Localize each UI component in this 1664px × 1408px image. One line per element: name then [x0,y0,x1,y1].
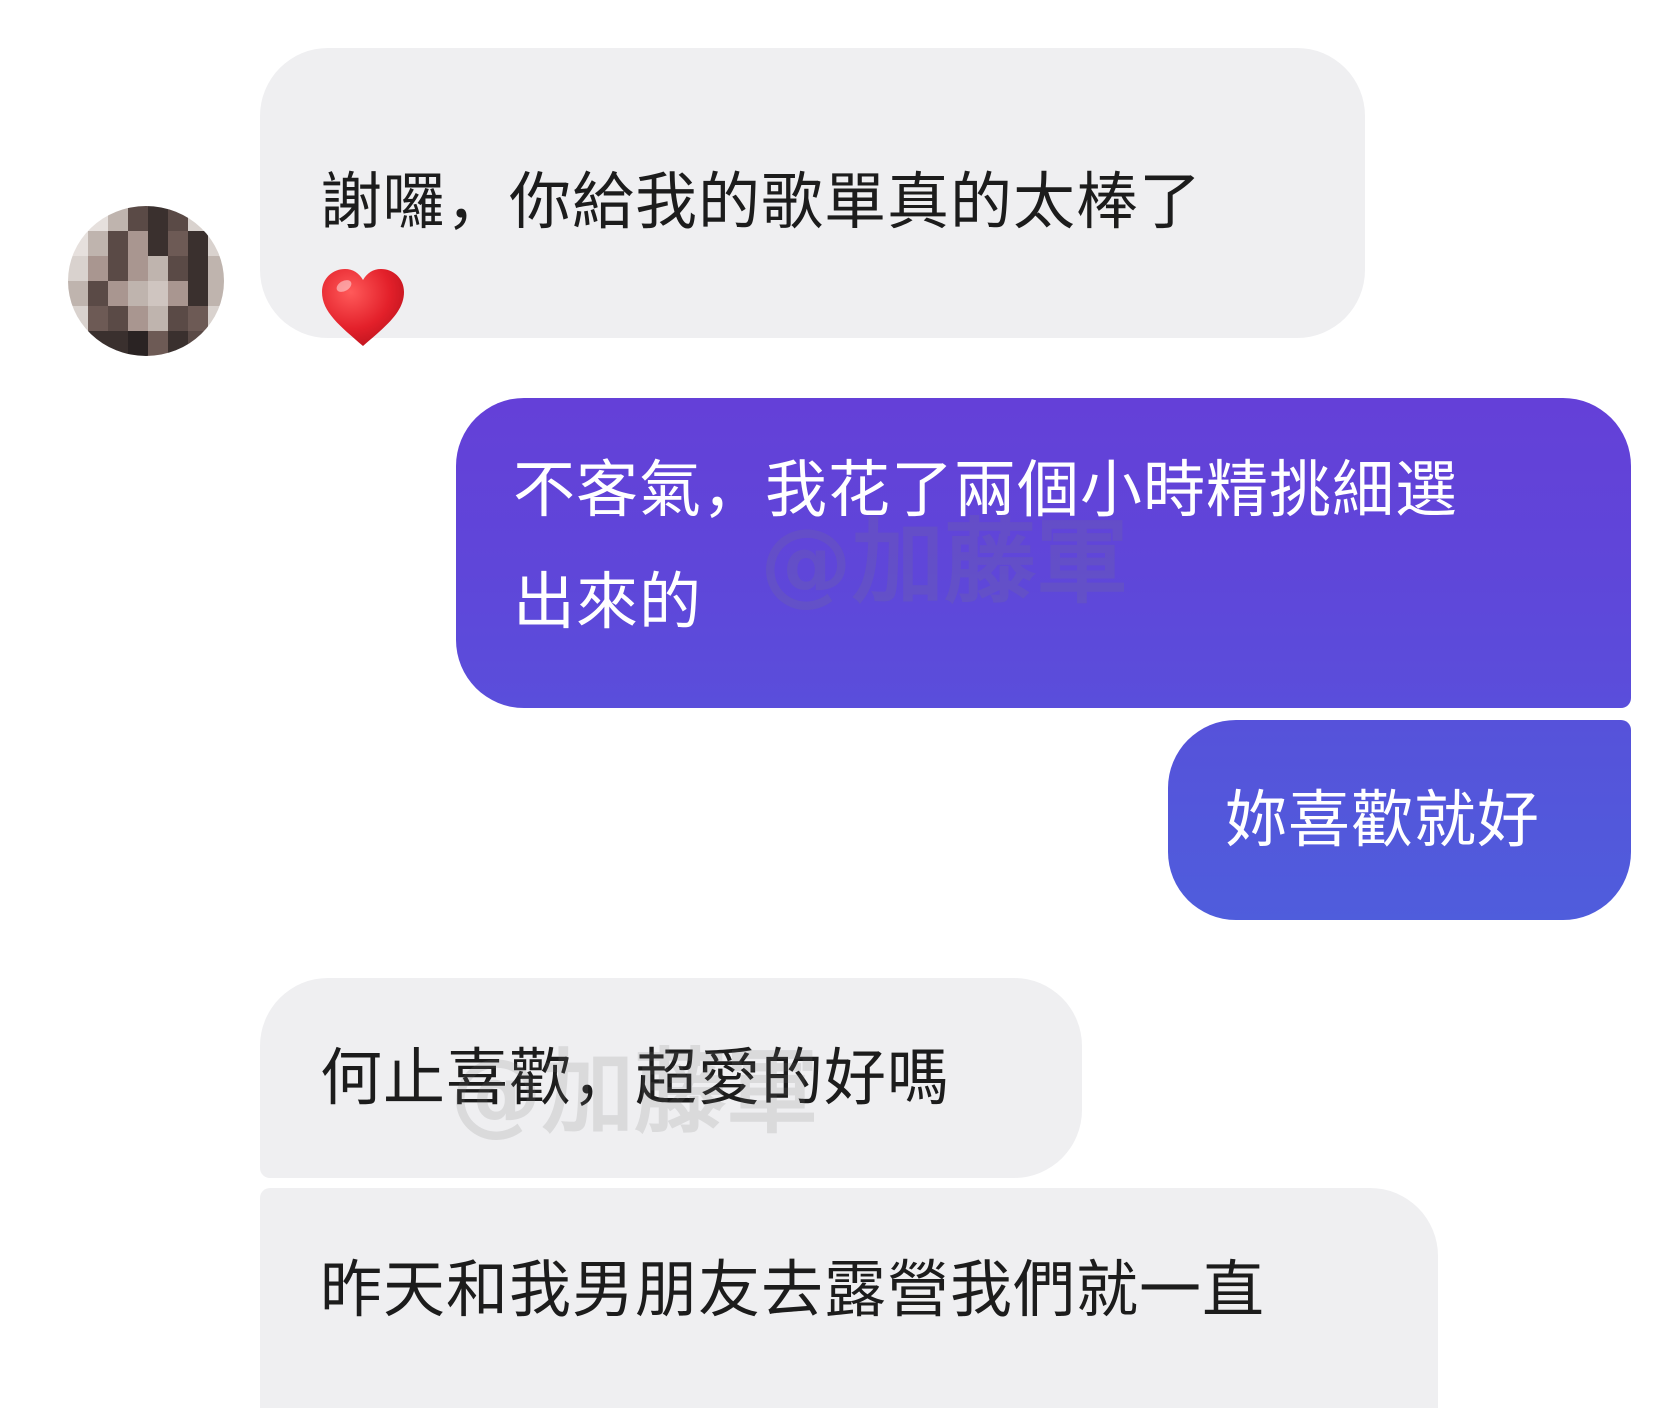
incoming-message-bubble[interactable]: 謝囉，你給我的歌單真的太棒了 [260,48,1365,346]
message-text: 出來的 [513,565,703,638]
avatar-pixel [188,331,208,356]
avatar-pixel [88,331,108,356]
message-text: 謝囉，你給我的歌單真的太棒了 [320,165,1203,238]
avatar-pixel [108,206,128,231]
avatar-pixel [148,256,168,281]
chat-thread: 謝囉，你給我的歌單真的太棒了 不客氣，我花了兩個小時精挑細選 出來的 妳喜歡就好 [0,0,1664,1408]
avatar-pixel [108,331,128,356]
avatar-pixel [188,231,208,256]
avatar-pixel [108,281,128,306]
avatar-pixel [108,256,128,281]
avatar-pixel [208,306,224,331]
message-text: 何止喜歡，超愛的好嗎 [320,1041,951,1114]
avatar-pixel [68,306,88,331]
avatar-pixel [128,206,148,231]
avatar-pixel [68,206,88,231]
avatar-pixel [128,306,148,331]
avatar-pixel [68,231,88,256]
avatar-pixel [188,281,208,306]
avatar-pixel [168,331,188,356]
avatar-pixel [128,256,148,281]
incoming-message-bubble[interactable]: 何止喜歡，超愛的好嗎 [260,978,1082,1178]
avatar-pixel [188,256,208,281]
avatar-pixel [128,281,148,306]
message-text: 妳喜歡就好 [1225,783,1541,856]
avatar-pixel [208,231,224,256]
avatar-pixel [88,256,108,281]
avatar-pixel [148,306,168,331]
avatar-pixel [108,306,128,331]
avatar-pixel [188,306,208,331]
avatar-pixel [188,206,208,231]
heart-emoji-icon [322,269,404,346]
avatar-pixel [88,231,108,256]
avatar-pixel [88,306,108,331]
avatar-pixel [108,231,128,256]
avatar-pixel [148,281,168,306]
avatar-pixel [148,231,168,256]
avatar-pixel [148,206,168,231]
avatar-pixel [68,256,88,281]
avatar-pixel [88,206,108,231]
avatar-pixel [208,331,224,356]
avatar-pixel [128,331,148,356]
avatar-pixel [128,231,148,256]
avatar-pixel [68,331,88,356]
message-text: 不客氣，我花了兩個小時精挑細選 [513,453,1459,526]
avatar-pixel [168,206,188,231]
heart-emoji-line [320,258,1305,370]
avatar-pixel [68,281,88,306]
avatar-pixel [168,256,188,281]
avatar-pixel [168,231,188,256]
incoming-message-bubble[interactable]: 昨天和我男朋友去露營我們就一直 [260,1188,1438,1408]
avatar-pixel [208,256,224,281]
outgoing-message-bubble[interactable]: 不客氣，我花了兩個小時精挑細選 出來的 [456,398,1631,708]
contact-avatar[interactable] [68,206,224,356]
avatar-pixel [168,306,188,331]
avatar-pixel [208,281,224,306]
message-text: 昨天和我男朋友去露營我們就一直 [320,1253,1266,1326]
avatar-pixel [168,281,188,306]
avatar-pixel [208,206,224,231]
avatar-pixel [88,281,108,306]
avatar-pixel [148,331,168,356]
outgoing-message-bubble[interactable]: 妳喜歡就好 [1168,720,1631,920]
